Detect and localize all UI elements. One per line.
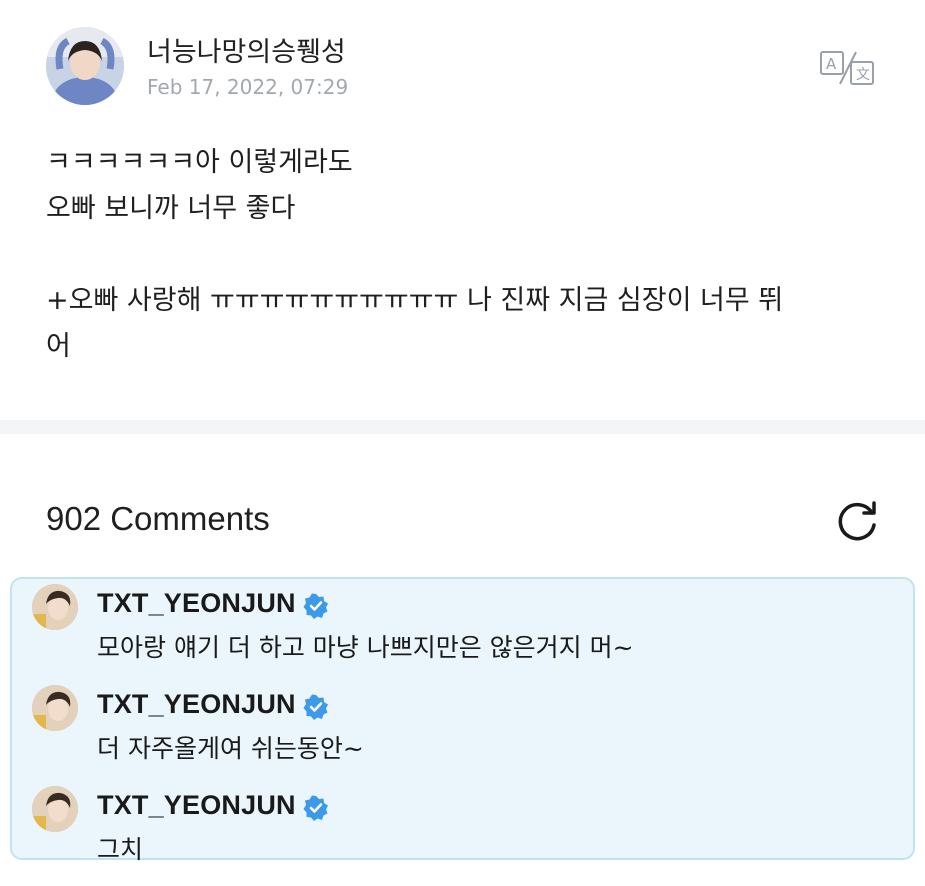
comments-count: 902 Comments xyxy=(46,500,270,537)
commenter-name[interactable]: TXT_YEONJUN xyxy=(97,588,296,619)
comment-item[interactable]: TXT_YEONJUN 모아랑 얘기 더 하고 마냥 나쁘지만은 않은거지 머~ xyxy=(12,584,917,684)
author-avatar[interactable] xyxy=(46,27,124,105)
section-divider xyxy=(0,420,925,434)
comment-item[interactable]: TXT_YEONJUN 그치 xyxy=(12,786,917,886)
post-body: ㅋㅋㅋㅋㅋㅋ아 이렇게라도 오빠 보니까 너무 좋다 +오빠 사랑해 ㅠㅠㅠㅠㅠ… xyxy=(46,147,784,362)
verified-badge-icon xyxy=(303,593,329,619)
translate-icon[interactable]: A 文 xyxy=(818,48,876,88)
post-card: 너능나망의승퓅성 Feb 17, 2022, 07:29 A 文 ㅋㅋㅋㅋㅋㅋ아… xyxy=(0,0,925,420)
commenter-avatar[interactable] xyxy=(32,685,78,731)
refresh-icon[interactable] xyxy=(834,497,882,545)
commenter-name[interactable]: TXT_YEONJUN xyxy=(97,790,296,821)
post-timestamp: Feb 17, 2022, 07:29 xyxy=(147,75,349,99)
verified-badge-icon xyxy=(303,694,329,720)
svg-text:文: 文 xyxy=(856,67,870,83)
author-name[interactable]: 너능나망의승퓅성 xyxy=(147,30,346,69)
comments-list: TXT_YEONJUN 모아랑 얘기 더 하고 마냥 나쁘지만은 않은거지 머~… xyxy=(10,577,917,864)
commenter-avatar[interactable] xyxy=(32,786,78,832)
comment-item[interactable]: TXT_YEONJUN 더 자주올게여 쉬는동안~ xyxy=(12,685,917,785)
svg-text:A: A xyxy=(826,55,837,73)
verified-badge-icon xyxy=(303,795,329,821)
comment-text: 그치 xyxy=(97,835,144,864)
comment-text: 더 자주올게여 쉬는동안~ xyxy=(97,734,364,763)
commenter-name[interactable]: TXT_YEONJUN xyxy=(97,689,296,720)
comment-text: 모아랑 얘기 더 하고 마냥 나쁘지만은 않은거지 머~ xyxy=(97,633,634,662)
commenter-avatar[interactable] xyxy=(32,584,78,630)
